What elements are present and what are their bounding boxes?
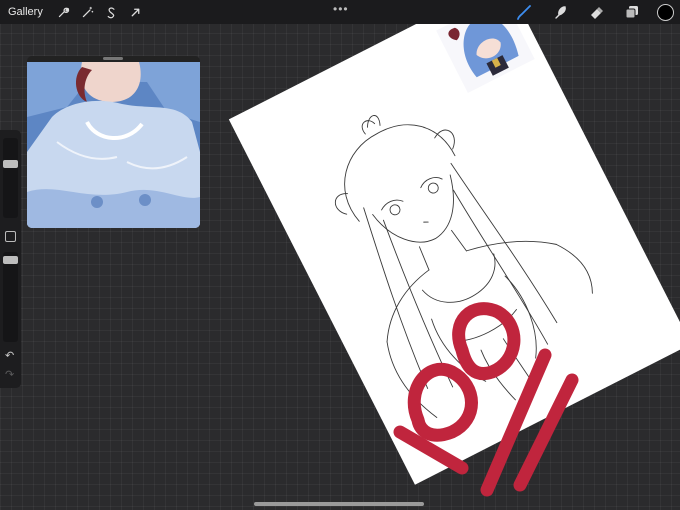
redo-button[interactable]: ↷	[5, 368, 14, 381]
modify-button[interactable]	[5, 231, 16, 242]
layers-icon[interactable]	[621, 1, 643, 23]
brush-size-slider[interactable]	[3, 138, 18, 218]
brush-icon[interactable]	[513, 1, 535, 23]
reference-photo	[27, 62, 200, 228]
brush-size-slider-thumb[interactable]	[3, 160, 18, 168]
transform-arrow-icon[interactable]	[125, 1, 147, 23]
opacity-slider-thumb[interactable]	[3, 256, 18, 264]
gallery-button[interactable]: Gallery	[8, 6, 43, 18]
undo-button[interactable]: ↶	[5, 349, 14, 362]
wrench-icon[interactable]	[53, 1, 75, 23]
magic-wand-icon[interactable]	[77, 1, 99, 23]
color-picker-swatch[interactable]	[657, 3, 674, 21]
reference-window[interactable]	[27, 56, 200, 228]
more-options-handle[interactable]: •••	[333, 2, 349, 16]
eraser-icon[interactable]	[585, 1, 607, 23]
opacity-slider[interactable]	[3, 252, 18, 342]
top-toolbar: Gallery •••	[0, 0, 680, 24]
home-indicator	[254, 502, 424, 506]
smudge-icon[interactable]	[549, 1, 571, 23]
left-sidebar: ↶ ↷	[0, 130, 21, 388]
reference-window-handle[interactable]	[103, 57, 123, 60]
selection-s-icon[interactable]	[101, 1, 123, 23]
